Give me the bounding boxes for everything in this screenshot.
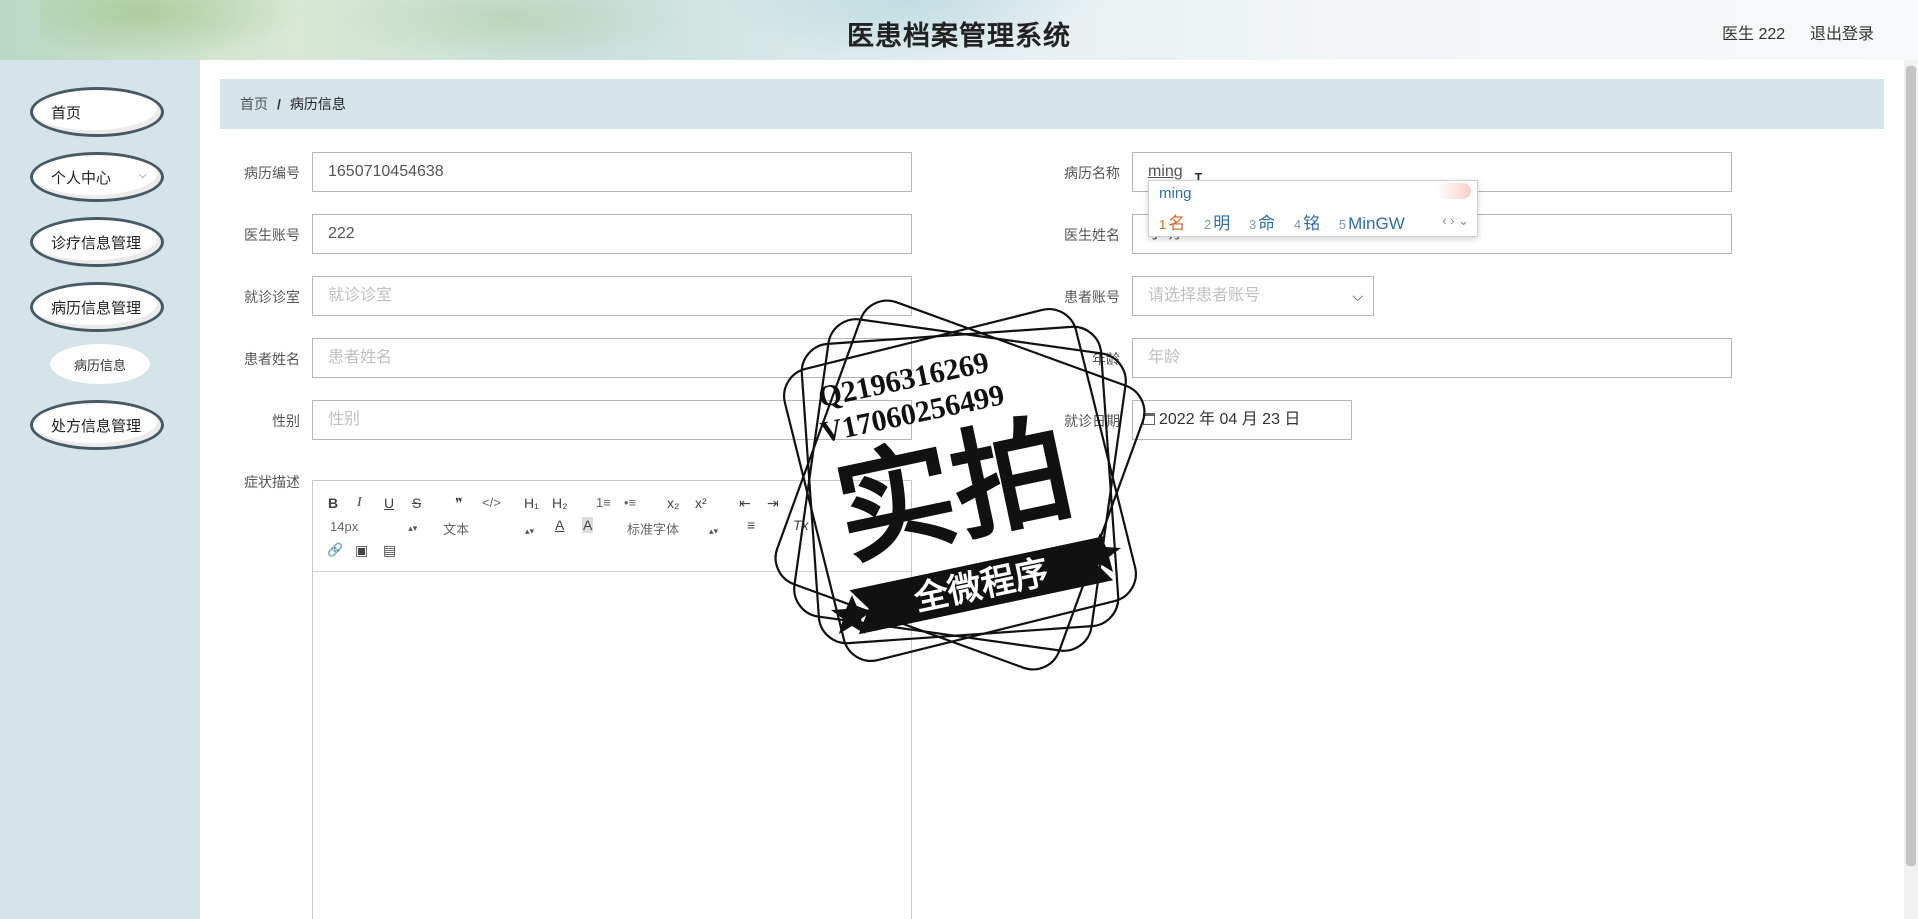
indent-button[interactable]: ⇥	[767, 495, 779, 511]
ime-candidate[interactable]: 2明	[1204, 214, 1230, 233]
doctor-account-label: 医生账号	[244, 227, 300, 243]
patient-name-label: 患者姓名	[244, 351, 300, 367]
symptom-label: 症状描述	[244, 474, 300, 490]
ime-composition-text: ming	[1159, 185, 1192, 202]
sidebar-item-home[interactable]: 首页	[30, 87, 164, 137]
h1-button[interactable]: H₁	[524, 495, 539, 511]
doctor-name-label: 医生姓名	[1064, 227, 1120, 243]
editor-toolbar: B I U S ❞ </> H₁ H₂ 1≡ •≡ x₂ x² ⇤ ⇥ 14px…	[313, 481, 911, 572]
bullet-list-button[interactable]: •≡	[624, 495, 636, 511]
underline-button[interactable]: U	[384, 495, 394, 511]
superscript-button[interactable]: x²	[695, 495, 707, 511]
watermark-ribbon-text: 全微程序	[910, 552, 1052, 620]
sidebar-item-medical-record-management[interactable]: 病历信息管理	[30, 282, 164, 332]
bold-button[interactable]: B	[328, 495, 338, 511]
sidebar-item-label: 处方信息管理	[51, 417, 142, 435]
font-family-value: 标准字体	[627, 522, 680, 537]
patient-account-label: 患者账号	[1064, 289, 1120, 305]
record-no-label: 病历编号	[244, 165, 300, 181]
ime-candidate[interactable]: 5 MinGW	[1339, 214, 1405, 233]
record-no-input[interactable]: 1650710454638	[312, 152, 912, 192]
sidebar-item-personal-center[interactable]: 个人中心 ⌵	[30, 152, 164, 202]
blockquote-button[interactable]: ❞	[455, 495, 463, 511]
clinic-room-label: 就诊诊室	[244, 289, 300, 305]
font-size-value: 14px	[330, 519, 359, 534]
breadcrumb-home-link[interactable]: 首页	[240, 94, 268, 114]
font-color-button[interactable]: A	[555, 517, 564, 533]
ordered-list-button[interactable]: 1≡	[596, 495, 611, 511]
chevron-down-icon: ⌵	[138, 169, 147, 181]
ime-logo-icon	[1437, 183, 1471, 199]
image-icon[interactable]: ▣	[355, 542, 368, 558]
breadcrumb: 首页 / 病历信息	[220, 79, 1884, 129]
user-label: 医生 222	[1722, 26, 1786, 43]
ime-candidate[interactable]: 1名	[1159, 214, 1185, 233]
link-icon[interactable]: 🔗	[327, 542, 343, 558]
breadcrumb-current: 病历信息	[289, 96, 346, 112]
scrollbar-thumb[interactable]	[1906, 66, 1916, 866]
select-arrows-icon: ▴▾	[525, 526, 535, 536]
h2-button[interactable]: H₂	[552, 495, 568, 511]
patient-account-placeholder: 请选择患者账号	[1148, 287, 1261, 304]
italic-button[interactable]: I	[357, 495, 362, 511]
age-label: 年龄	[1092, 351, 1120, 367]
symptom-rich-text-editor[interactable]: B I U S ❞ </> H₁ H₂ 1≡ •≡ x₂ x² ⇤ ⇥ 14px…	[312, 480, 912, 919]
patient-name-input[interactable]: 患者姓名	[312, 338, 912, 378]
sidebar-item-label: 个人中心	[51, 169, 112, 187]
ime-page-nav[interactable]: ‹ › ⌄	[1442, 213, 1469, 229]
patient-account-select[interactable]: 请选择患者账号 ⌵	[1132, 276, 1374, 316]
select-arrows-icon: ▴▾	[408, 523, 418, 533]
page-scrollbar[interactable]	[1904, 60, 1918, 919]
sidebar-item-label: 病历信息管理	[51, 299, 142, 317]
font-size-select[interactable]: 14px ▴▾	[330, 519, 417, 534]
outdent-button[interactable]: ⇤	[739, 495, 751, 511]
visit-date-picker[interactable]: 2022 年 04 月 23 日	[1132, 400, 1352, 440]
doctor-account-input[interactable]: 222	[312, 214, 912, 254]
editor-content-area[interactable]	[313, 572, 911, 919]
subscript-button[interactable]: x₂	[667, 495, 679, 511]
visit-date-label: 就诊日期	[1064, 413, 1120, 429]
age-input[interactable]: 年龄	[1132, 338, 1732, 378]
sidebar-item-diagnosis-management[interactable]: 诊疗信息管理	[30, 217, 164, 267]
sidebar-subitem-medical-record[interactable]: 病历信息	[50, 344, 150, 384]
font-family-select[interactable]: 标准字体 ▴▾	[627, 519, 718, 538]
app-title: 医患档案管理系统	[847, 21, 1071, 51]
video-icon[interactable]: ▤	[383, 542, 396, 558]
sidebar: 首页 个人中心 ⌵ 诊疗信息管理 病历信息管理 病历信息 处方信息管理	[0, 60, 200, 919]
gender-label: 性别	[272, 413, 300, 429]
align-button[interactable]: ≡	[747, 517, 755, 533]
visit-date-value: 2022 年 04 月 23 日	[1159, 411, 1301, 428]
code-block-button[interactable]: </>	[482, 495, 501, 511]
record-name-label: 病历名称	[1064, 165, 1120, 181]
logout-link[interactable]: 退出登录	[1810, 20, 1874, 44]
ime-candidate-popup[interactable]: ming 1名 2明 3命 4铭 5 MinGW ‹ › ⌄	[1148, 180, 1478, 237]
select-arrows-icon: ▴▾	[709, 526, 719, 536]
ime-candidate-list: 1名 2明 3命 4铭 5 MinGW	[1159, 209, 1419, 234]
sidebar-item-label: 诊疗信息管理	[51, 234, 142, 252]
clinic-room-input[interactable]: 就诊诊室	[312, 276, 912, 316]
ime-candidate[interactable]: 4铭	[1294, 214, 1320, 233]
chevron-down-icon: ⌵	[1352, 288, 1363, 304]
gender-input[interactable]: 性别	[312, 400, 912, 440]
breadcrumb-separator: /	[277, 96, 281, 112]
heading-select[interactable]: 文本 ▴▾	[443, 519, 534, 538]
sidebar-item-label: 首页	[51, 104, 82, 122]
ime-candidate[interactable]: 3命	[1249, 214, 1275, 233]
top-header: 医患档案管理系统 医生 222 退出登录	[0, 0, 1918, 60]
sidebar-item-prescription-management[interactable]: 处方信息管理	[30, 400, 164, 450]
sidebar-subitem-label: 病历信息	[73, 357, 126, 373]
clean-format-button[interactable]: Tx	[793, 517, 809, 533]
strike-button[interactable]: S	[412, 495, 421, 511]
heading-value: 文本	[443, 522, 470, 537]
calendar-icon	[1143, 413, 1155, 425]
background-color-button[interactable]: A	[582, 517, 594, 533]
